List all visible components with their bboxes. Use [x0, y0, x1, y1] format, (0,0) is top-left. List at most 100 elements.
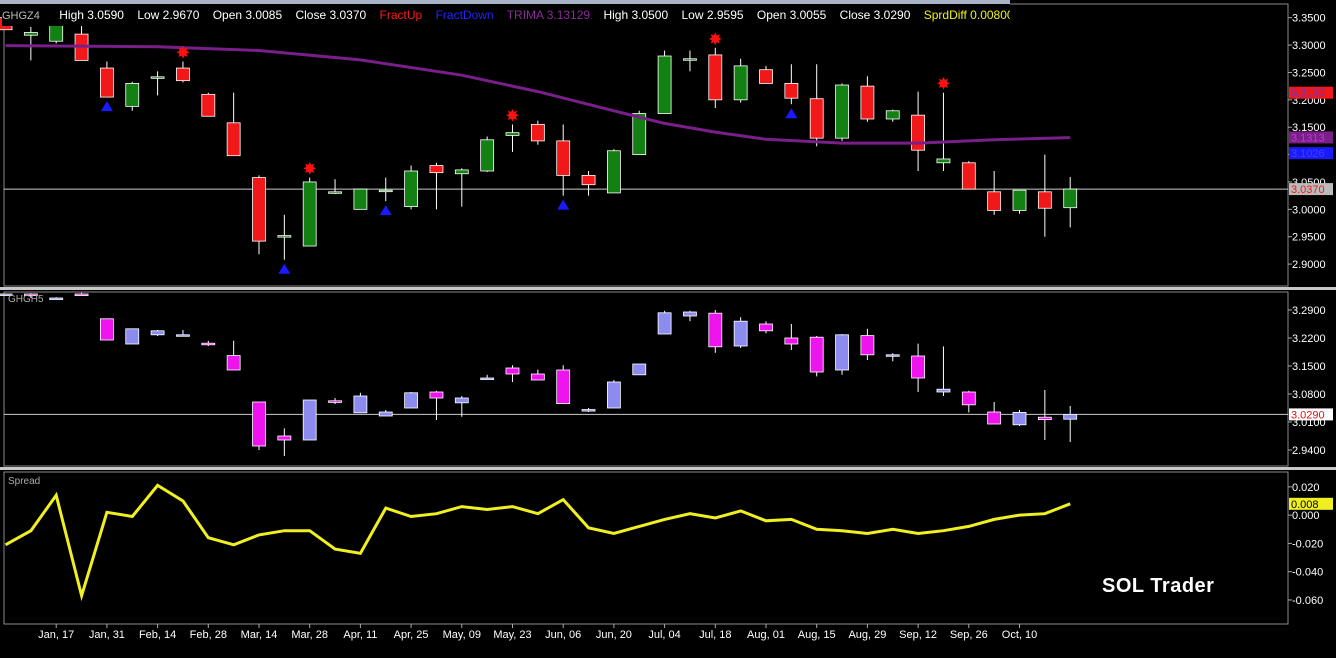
fractal-up-marker: ✸	[176, 43, 190, 63]
main-candle	[809, 98, 824, 139]
main-candle	[911, 114, 925, 151]
main-candle	[378, 189, 393, 193]
y-tick-label-main: 3.2500	[1292, 67, 1326, 79]
y-tick-label-main: 2.9000	[1292, 259, 1326, 271]
symbol-label: GHGZ4	[2, 10, 40, 22]
y-tick-label-spread: 0.000	[1292, 510, 1320, 522]
main-candle	[328, 191, 342, 194]
main-candle	[556, 140, 571, 176]
p2-candle	[556, 369, 571, 404]
y-tick-label-spread: -0.040	[1292, 567, 1323, 579]
p2-candle	[607, 381, 621, 409]
main-candle	[176, 67, 190, 82]
p2-candle	[530, 373, 545, 381]
main-candle	[708, 54, 723, 101]
main-candle	[201, 93, 216, 117]
p2-candle	[404, 392, 419, 409]
header-open: Open 3.0085	[212, 8, 283, 22]
x-tick-label: May, 23	[493, 629, 531, 641]
p2-candle	[252, 401, 266, 447]
fractal-down-marker	[785, 108, 798, 119]
main-candle	[353, 188, 368, 210]
fractal-up-marker: ✸	[708, 30, 722, 50]
main-candle	[125, 82, 140, 107]
x-tick-label: Mar, 28	[291, 629, 328, 641]
main-candle	[252, 177, 266, 242]
panel-frame-2	[3, 291, 1289, 467]
p2-candle	[74, 293, 89, 297]
p2-candle	[987, 411, 1002, 425]
header-open-2: Open 3.0055	[756, 8, 827, 22]
y-tick-label-spread: -0.020	[1292, 538, 1323, 550]
header-high: High 3.0590	[59, 8, 124, 22]
x-tick-label: Oct, 10	[1002, 629, 1037, 641]
panel-separator	[0, 287, 1336, 290]
p2-candle	[100, 318, 114, 341]
fractal-up-marker: ✸	[505, 106, 519, 126]
spread-line	[4, 483, 1071, 602]
main-candle	[733, 65, 748, 101]
chart-header: GHGZ4 High 3.0590 Low 2.9670 Open 3.0085…	[2, 4, 1010, 26]
y-tick-label-p2: 3.0800	[1292, 389, 1326, 401]
main-candle	[1063, 188, 1078, 209]
main-candle	[302, 181, 317, 247]
p2-candle	[784, 337, 799, 345]
panel3-label: Spread	[8, 476, 41, 487]
main-candle	[100, 67, 114, 98]
x-tick-label: Sep, 26	[950, 629, 988, 641]
main-candle	[683, 58, 697, 61]
x-tick-label: Aug, 15	[798, 629, 836, 641]
x-tick-label: Apr, 11	[343, 629, 377, 641]
x-tick-label: Aug, 01	[747, 629, 785, 641]
main-candle	[1012, 189, 1027, 211]
main-candle	[607, 150, 621, 194]
y-tick-label-p2: 3.1500	[1292, 361, 1326, 373]
p2-candle	[353, 395, 368, 414]
main-candle	[835, 84, 849, 139]
main-candle	[759, 69, 773, 84]
main-candle	[987, 191, 1002, 211]
p2-candle	[733, 320, 748, 347]
y-tick-label-main: 3.3000	[1292, 40, 1326, 52]
p2-candle	[328, 400, 342, 403]
main-candle	[429, 165, 444, 174]
price-tag: 3.1313	[1291, 132, 1325, 144]
x-tick-label: Mar, 14	[241, 629, 278, 641]
main-candle	[936, 158, 951, 164]
p2-candle	[885, 354, 900, 357]
p2-candle	[632, 363, 647, 376]
p2-candle	[1012, 411, 1027, 426]
fractal-down-marker	[557, 199, 570, 210]
p2-candle	[581, 409, 596, 412]
p2-candle	[936, 388, 951, 393]
p2-candle	[1037, 416, 1052, 421]
main-candle	[277, 235, 292, 238]
x-tick-label: Jun, 20	[596, 629, 632, 641]
main-candle	[23, 32, 38, 36]
y-tick-label-main: 3.0000	[1292, 204, 1326, 216]
p2-candle	[125, 328, 140, 345]
main-candle	[226, 122, 241, 157]
p2-candle	[911, 355, 925, 379]
x-tick-label: Jan, 31	[89, 629, 125, 641]
main-candle	[530, 124, 545, 142]
main-candle	[49, 24, 64, 42]
x-tick-label: Sep, 12	[899, 629, 937, 641]
p2-candle	[505, 367, 520, 375]
p2-candle	[683, 311, 697, 317]
x-tick-label: May, 09	[443, 629, 481, 641]
y-tick-label-spread: -0.060	[1292, 595, 1323, 607]
p2-candle	[835, 334, 849, 371]
y-tick-label-main: 3.3500	[1292, 13, 1326, 25]
panel-frame-3	[3, 471, 1289, 625]
main-candle	[404, 170, 419, 208]
main-candle	[961, 162, 976, 190]
p2-candle	[277, 435, 292, 441]
x-tick-label: Feb, 14	[139, 629, 176, 641]
header-high-2: High 3.0500	[603, 8, 669, 22]
p2-candle	[150, 330, 165, 336]
y-tick-label-p2: 3.2900	[1292, 305, 1326, 317]
p2-candle	[429, 391, 444, 399]
header-low: Low 2.9670	[137, 8, 200, 22]
fractal-down-marker	[278, 263, 291, 274]
